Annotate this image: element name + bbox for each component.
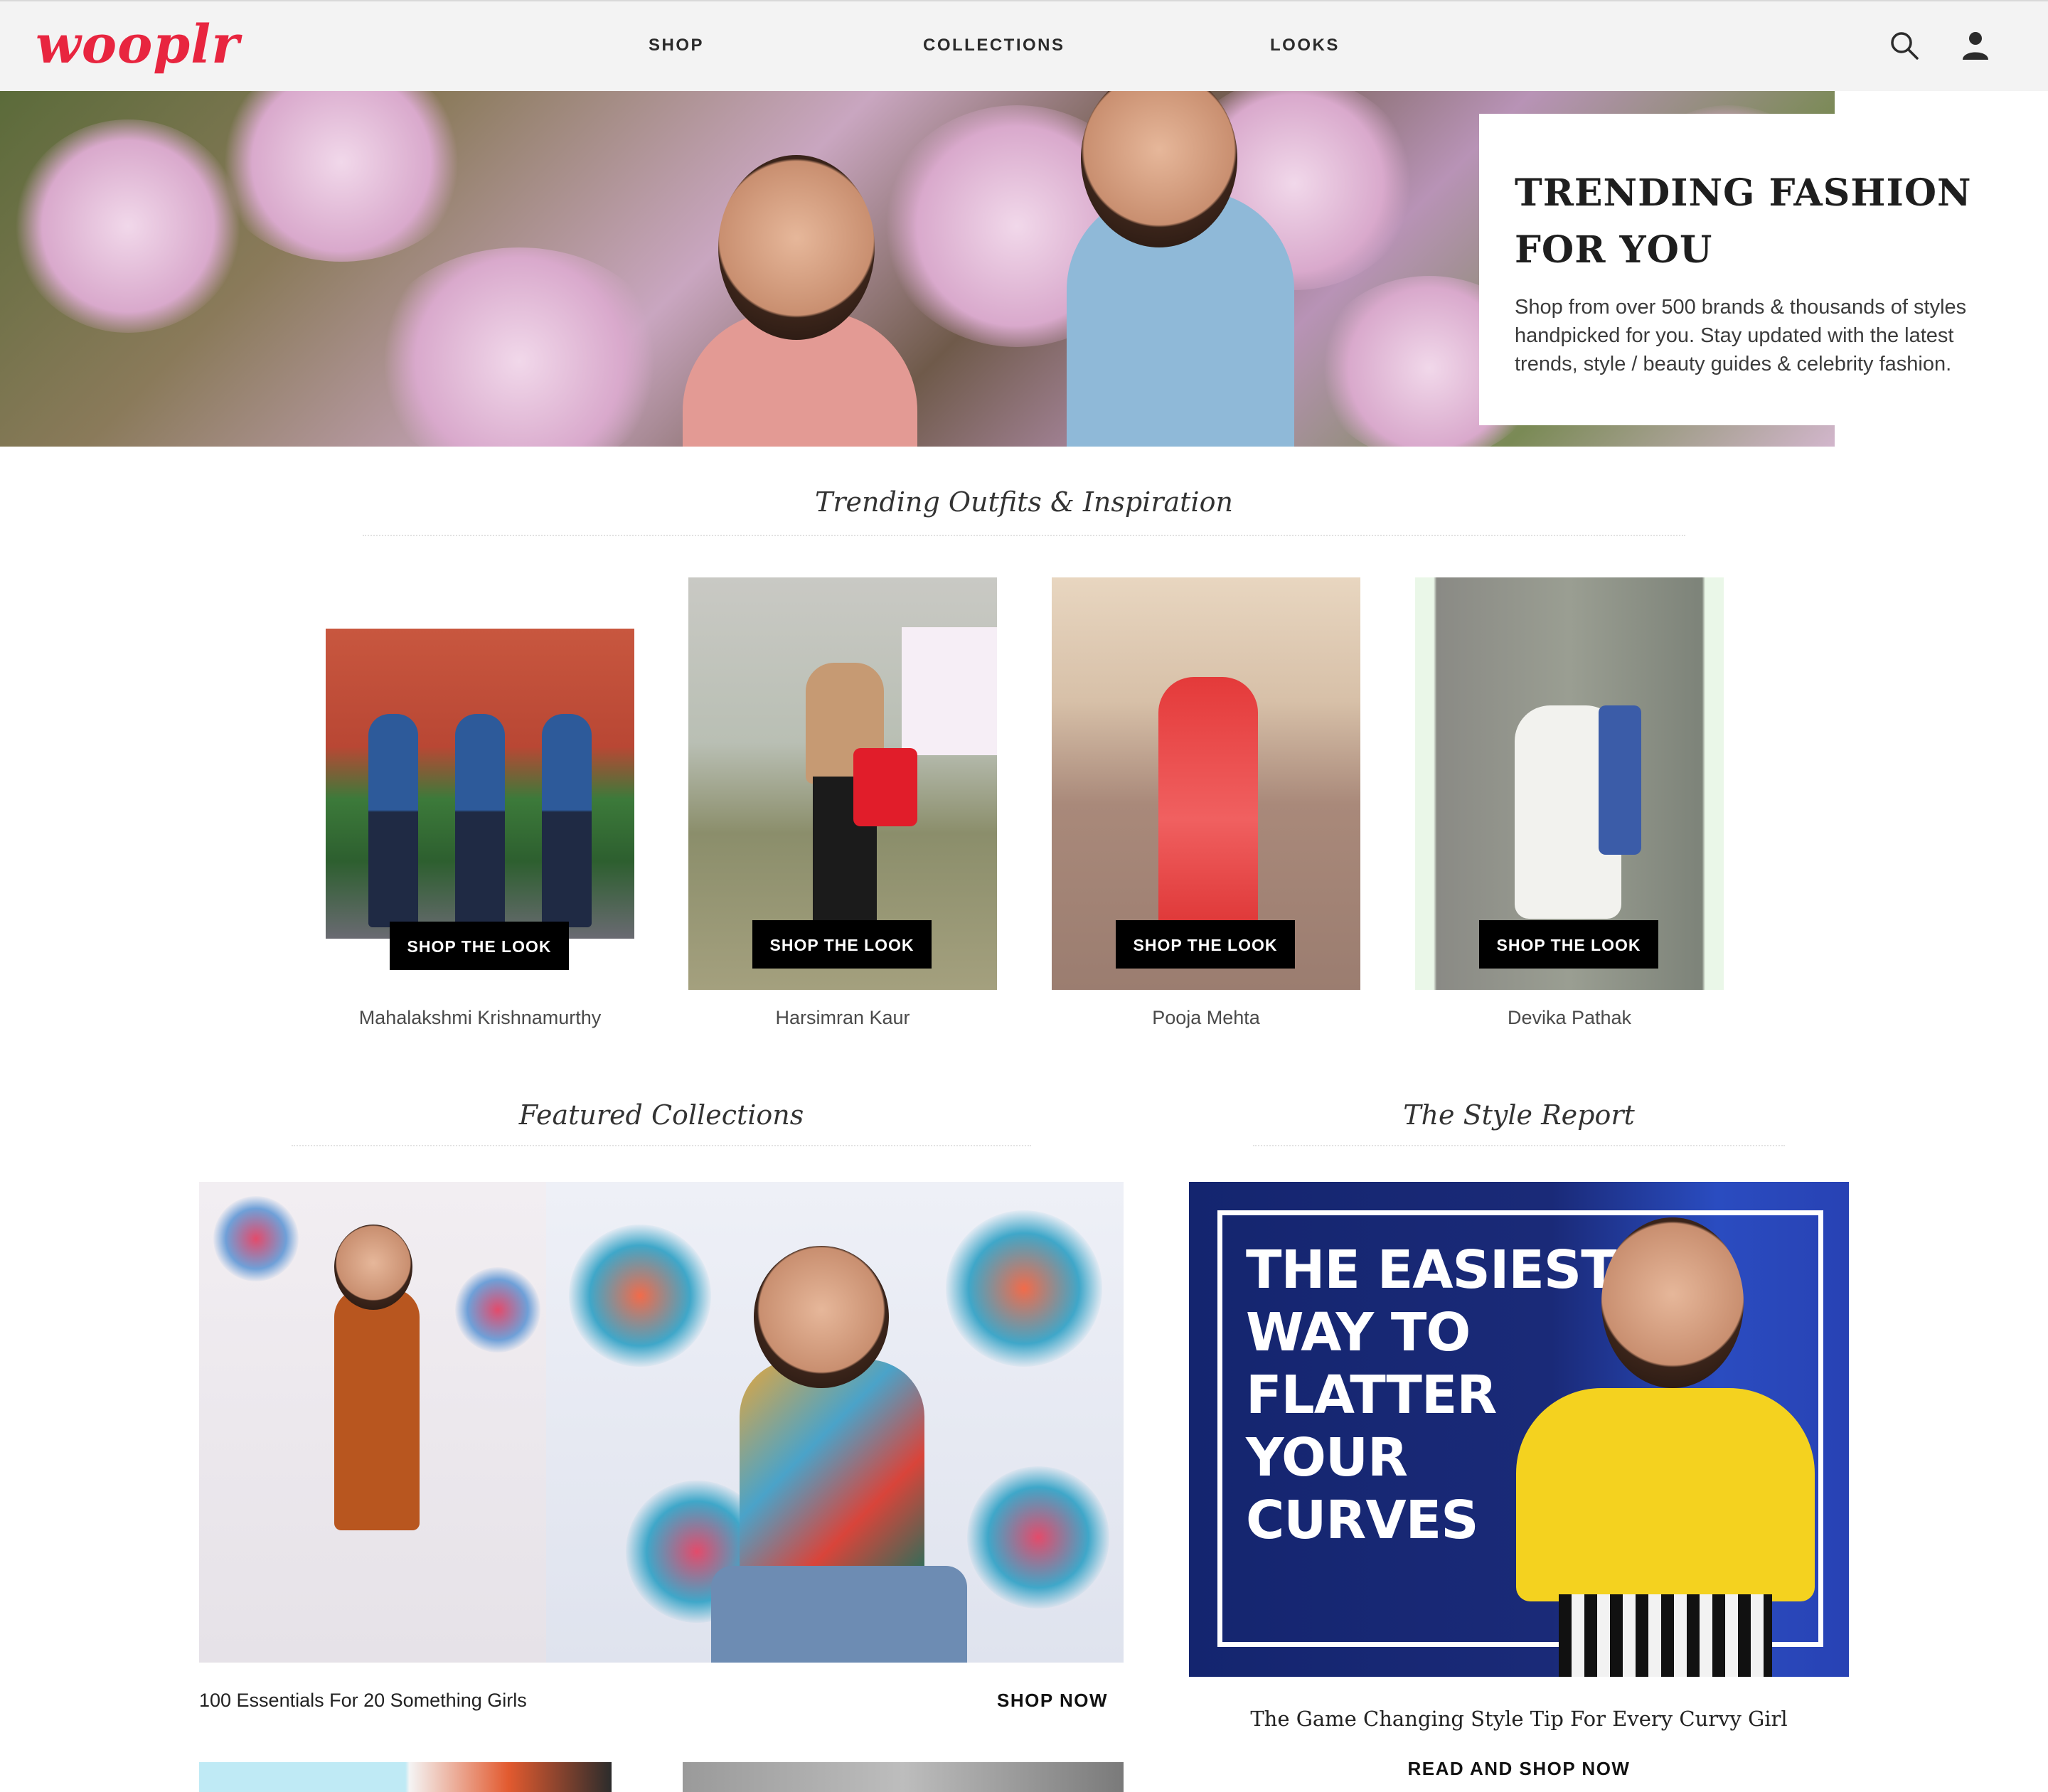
top-navigation-bar: wooplr SHOP COLLECTIONS LOOKS bbox=[0, 0, 2048, 91]
featured-title: Featured Collections bbox=[518, 1099, 804, 1131]
hero-title-line1: TRENDING FASHION bbox=[1515, 171, 1972, 215]
look-author[interactable]: Mahalakshmi Krishnamurthy bbox=[326, 1007, 634, 1029]
hero-info-card: TRENDING FASHION FOR YOU Shop from over … bbox=[1479, 114, 2048, 425]
trending-divider bbox=[363, 535, 1685, 536]
look-author[interactable]: Pooja Mehta bbox=[1052, 1007, 1360, 1029]
style-report-divider bbox=[1253, 1145, 1785, 1146]
nav-collections[interactable]: COLLECTIONS bbox=[923, 36, 1065, 55]
look-author[interactable]: Harsimran Kaur bbox=[688, 1007, 997, 1029]
hero-model-left-head bbox=[718, 155, 875, 340]
nav-looks[interactable]: LOOKS bbox=[1270, 36, 1340, 55]
shop-the-look-button[interactable]: SHOP THE LOOK bbox=[752, 920, 932, 969]
style-report-title: The Style Report bbox=[1403, 1099, 1635, 1131]
hero-subtitle: Shop from over 500 brands & thousands of… bbox=[1515, 296, 1967, 375]
collection-thumbnail[interactable] bbox=[199, 1762, 612, 1792]
trending-title: Trending Outfits & Inspiration bbox=[815, 486, 1233, 518]
featured-collection-image[interactable] bbox=[199, 1182, 1124, 1663]
wooplr-logo[interactable]: wooplr bbox=[36, 14, 240, 75]
shop-the-look-button[interactable]: SHOP THE LOOK bbox=[1479, 920, 1658, 969]
look-author[interactable]: Devika Pathak bbox=[1415, 1007, 1724, 1029]
shop-now-link[interactable]: SHOP NOW bbox=[997, 1690, 1108, 1712]
nav-shop[interactable]: SHOP bbox=[649, 36, 704, 55]
style-report-image[interactable]: THE EASIEST WAY TO FLATTER YOUR CURVES bbox=[1189, 1182, 1849, 1677]
hero-title: TRENDING FASHION FOR YOU bbox=[1515, 165, 2012, 279]
featured-divider bbox=[292, 1145, 1031, 1146]
style-report-caption[interactable]: The Game Changing Style Tip For Every Cu… bbox=[1189, 1707, 1849, 1731]
shop-the-look-button[interactable]: SHOP THE LOOK bbox=[1116, 920, 1295, 969]
featured-caption[interactable]: 100 Essentials For 20 Something Girls bbox=[199, 1690, 527, 1712]
look-image[interactable] bbox=[326, 629, 634, 939]
collection-thumbnail[interactable] bbox=[683, 1762, 1124, 1792]
read-and-shop-now-link[interactable]: READ AND SHOP NOW bbox=[1189, 1758, 1849, 1780]
user-icon[interactable] bbox=[1958, 28, 1993, 63]
shop-the-look-button[interactable]: SHOP THE LOOK bbox=[390, 922, 569, 970]
hero-title-line2: FOR YOU bbox=[1515, 228, 1713, 272]
search-icon[interactable] bbox=[1887, 28, 1921, 63]
